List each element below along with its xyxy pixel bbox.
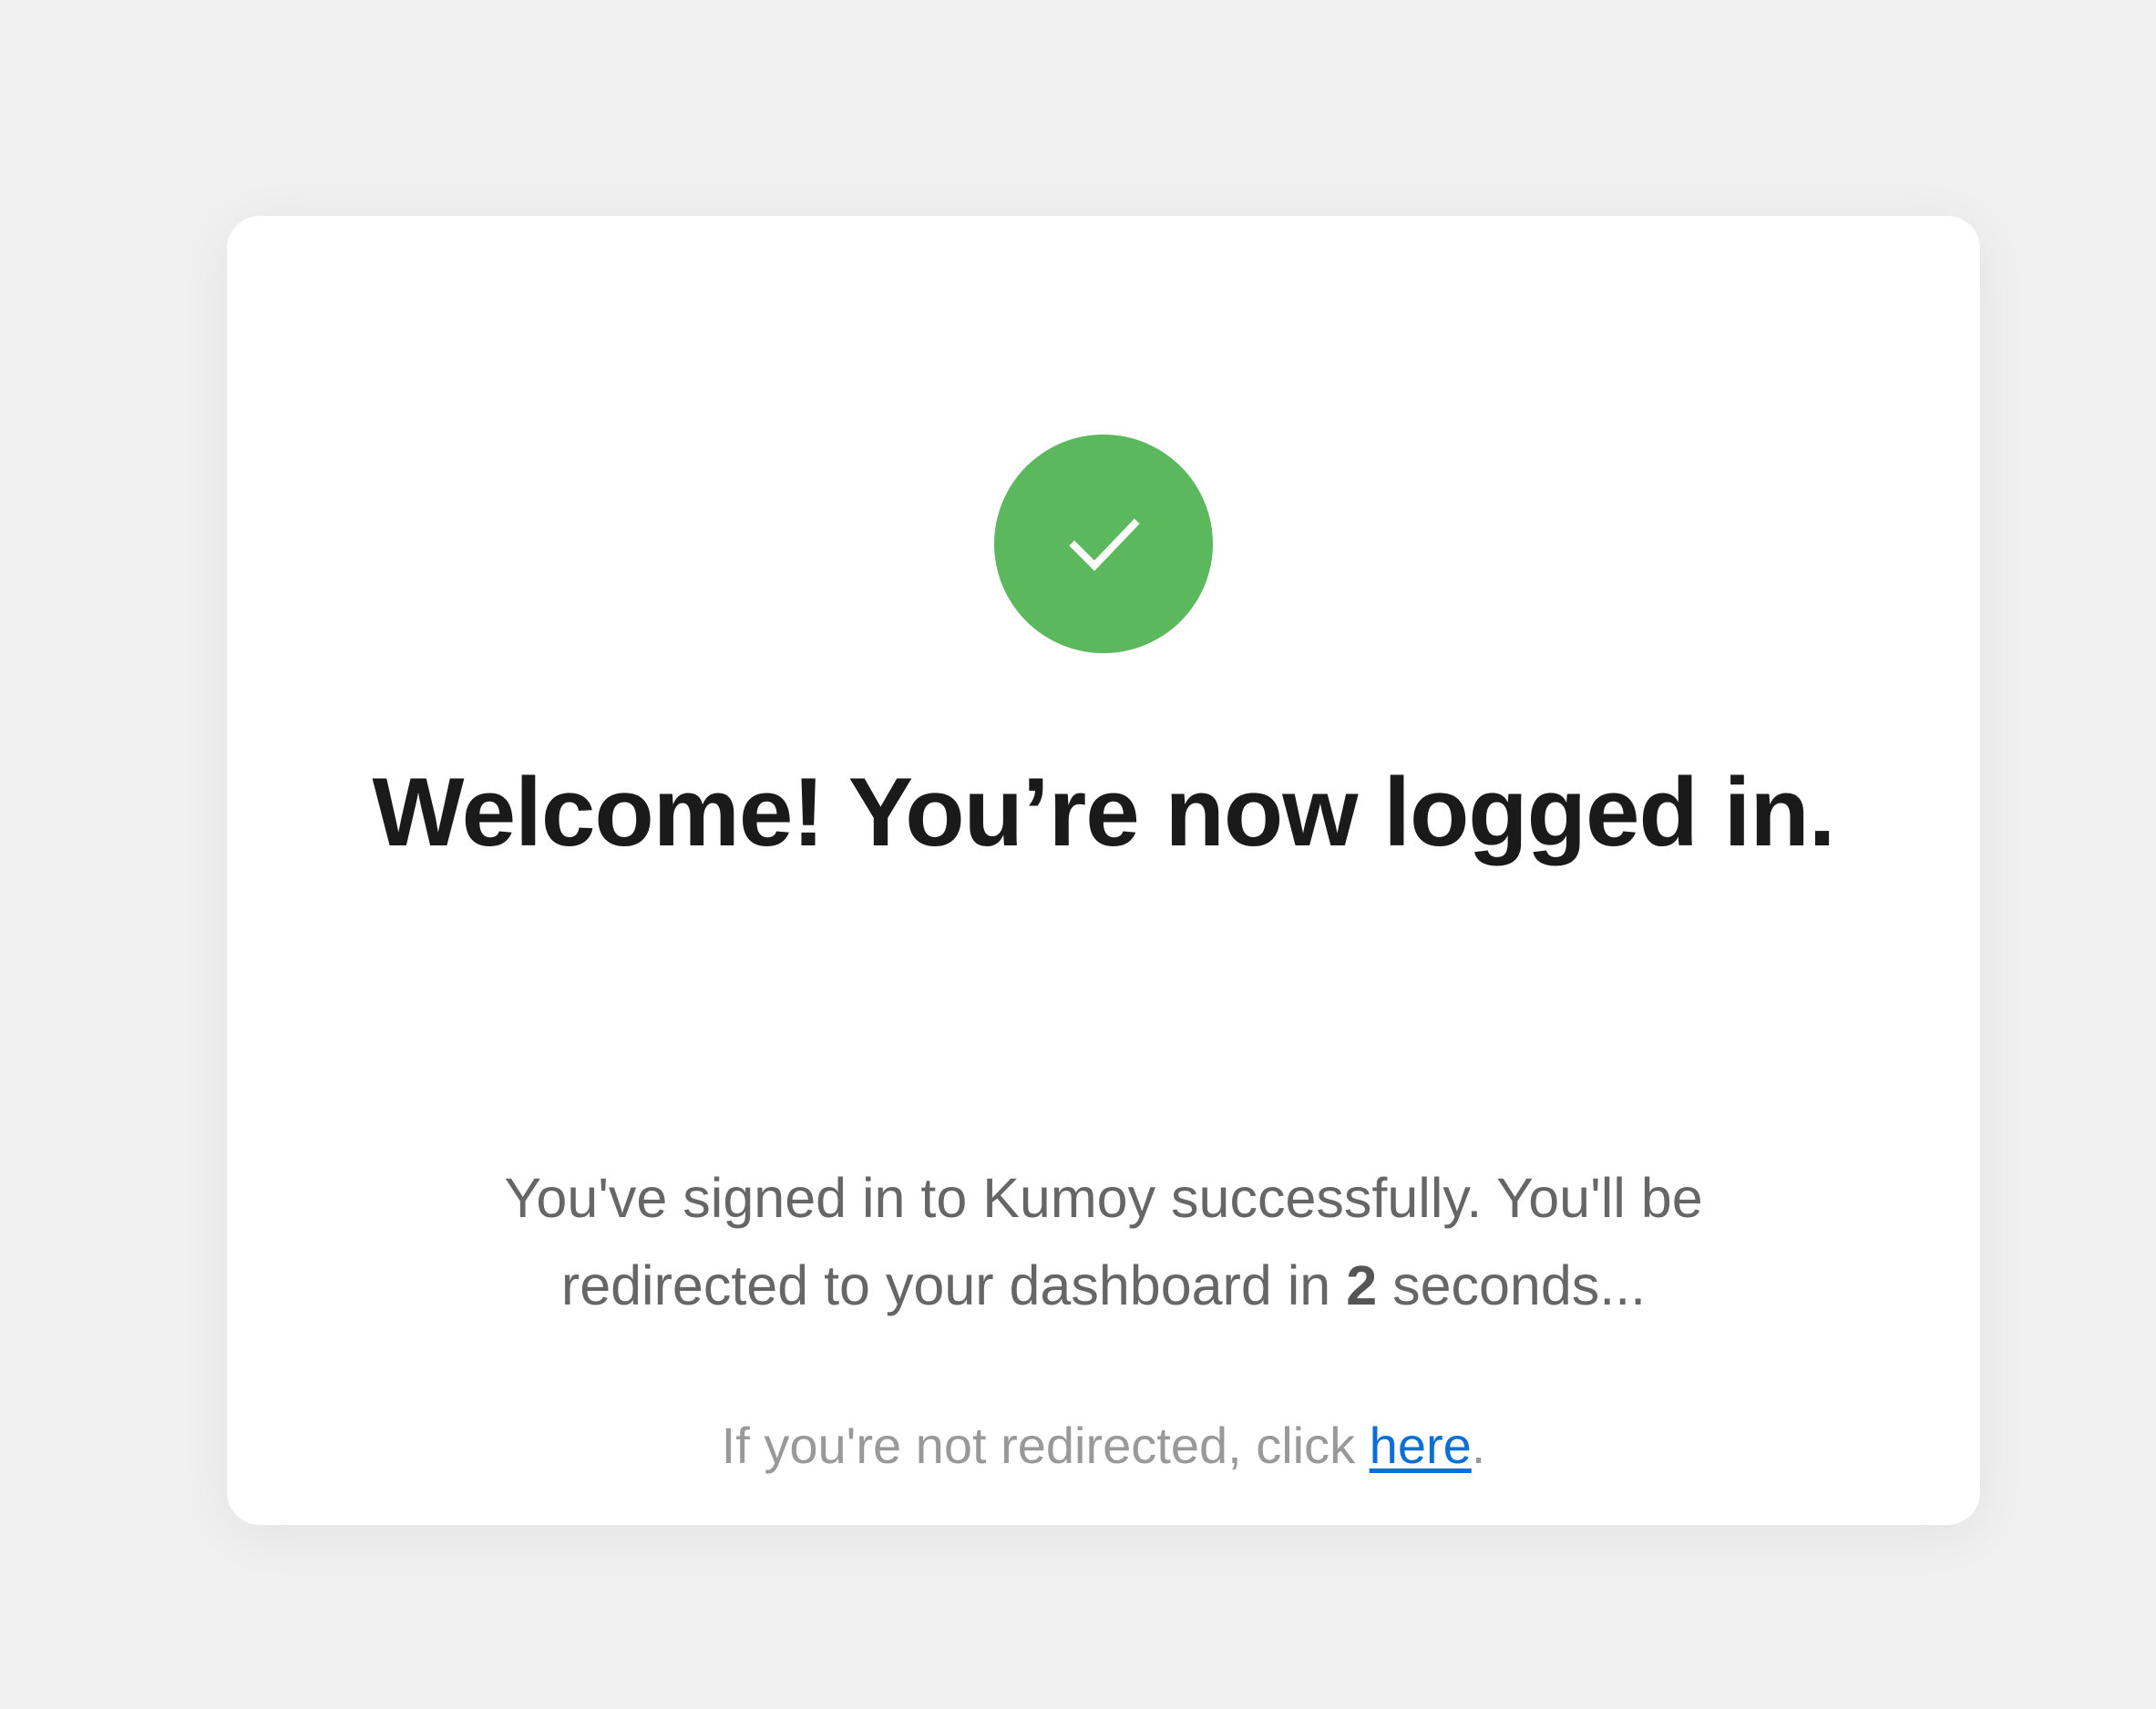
success-badge [994, 435, 1213, 653]
redirect-fallback: If you're not redirected, click here. [227, 1409, 1980, 1482]
message-text-end: seconds... [1377, 1254, 1647, 1316]
success-message: You've signed in to Kumoy successfully. … [409, 1154, 1798, 1329]
fallback-period: . [1471, 1417, 1486, 1474]
redirect-link[interactable]: here [1370, 1417, 1472, 1474]
fallback-text: If you're not redirected, click [721, 1417, 1370, 1474]
page-title: Welcome! You’re now logged in. [372, 757, 1836, 866]
redirect-countdown: 2 [1346, 1254, 1378, 1316]
login-success-card: Welcome! You’re now logged in. You've si… [227, 216, 1980, 1525]
check-icon [1069, 518, 1140, 571]
